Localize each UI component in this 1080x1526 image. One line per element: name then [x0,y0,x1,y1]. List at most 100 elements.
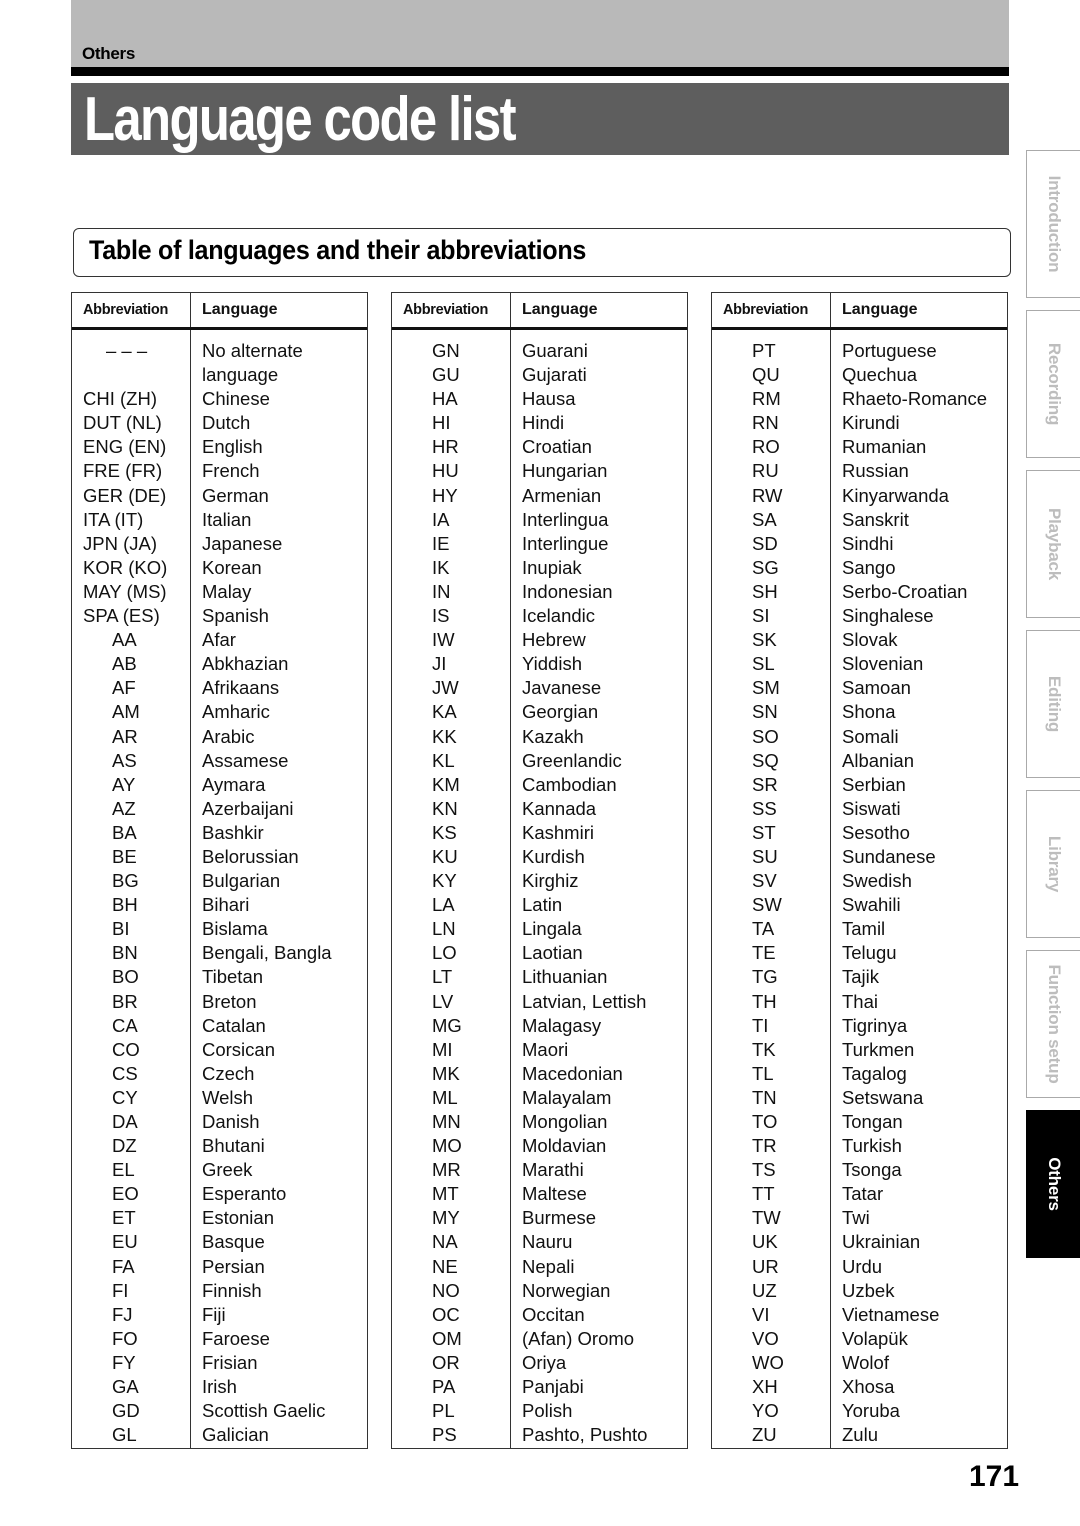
table-row: SO Somali [712,725,1007,749]
table-body: GN Guarani GU Gujarati HA Hausa HI Hindi HR Croat… [392,339,687,1447]
table-row: KM Cambodian [392,773,687,797]
table-row: DUT (NL) Dutch [72,411,367,435]
abbreviation-cell: TA [752,918,775,940]
table-row: KN Kannada [392,797,687,821]
language-cell: Swedish [842,870,912,892]
language-cell: Urdu [842,1255,883,1277]
table-row: IS Icelandic [392,604,687,628]
table-row: ML Malayalam [392,1086,687,1110]
table-row: DZ Bhutani [72,1134,367,1158]
table-row: language [72,363,367,387]
language-cell: Hebrew [522,629,586,651]
language-cell: Portuguese [842,340,937,361]
language-cell: Lithuanian [522,966,608,988]
abbreviation-cell: JI [432,653,447,675]
abbreviation-cell: XH [752,1376,778,1398]
language-cell: Sesotho [842,821,910,843]
table-header: Abbreviation Language [392,293,687,330]
table-row: FY Frisian [72,1351,367,1375]
abbreviation-header: Abbreviation [403,302,489,318]
table-row: BG Bulgarian [72,869,367,893]
language-cell: Albanian [842,749,915,771]
language-cell: language [202,364,279,386]
language-cell: Bhutani [202,1135,265,1157]
abbreviation-cell: GA [112,1376,139,1398]
table-row: LV Latvian, Lettish [392,990,687,1014]
language-cell: Indonesian [522,580,613,602]
language-cell: Lingala [522,918,582,940]
language-cell: Azerbaijani [202,797,294,819]
table-row: TG Tajik [712,965,1007,989]
language-cell: Tatar [842,1183,884,1205]
abbreviation-cell: LO [432,942,457,964]
table-row: RW Kinyarwanda [712,484,1007,508]
abbreviation-cell: GL [112,1424,137,1446]
language-cell: Samoan [842,677,911,699]
table-row: SM Samoan [712,676,1007,700]
table-row: CA Catalan [72,1014,367,1038]
abbreviation-cell: SU [752,845,778,867]
table-row: MN Mongolian [392,1110,687,1134]
table-row: IK Inupiak [392,556,687,580]
language-cell: Macedonian [522,1062,623,1084]
language-cell: Moldavian [522,1135,607,1157]
table-row: TE Telugu [712,941,1007,965]
language-cell: Bulgarian [202,870,281,892]
tab-function-setup[interactable]: Function setup [1026,950,1080,1098]
tab-playback[interactable]: Playback [1026,470,1080,618]
abbreviation-cell: OM [432,1327,462,1349]
table-row: EO Esperanto [72,1182,367,1206]
table-row: BE Belorussian [72,845,367,869]
tab-recording[interactable]: Recording [1026,310,1080,458]
table-header: Abbreviation Language [712,293,1007,330]
tab-introduction[interactable]: Introduction [1026,150,1080,298]
abbreviation-cell: DUT (NL) [83,412,162,434]
language-cell: Persian [202,1255,265,1277]
language-cell: Catalan [202,1014,266,1036]
tab-editing[interactable]: Editing [1026,630,1080,778]
abbreviation-cell: AY [112,773,136,795]
tab-label: Recording [1044,342,1064,426]
table-row: PS Pashto, Pushto [392,1423,687,1447]
page-title: Language code list [84,85,517,154]
abbreviation-cell: ITA (IT) [83,508,144,530]
language-cell: Scottish Gaelic [202,1400,326,1422]
abbreviation-cell: HY [432,484,458,506]
table-row: HU Hungarian [392,459,687,483]
language-cell: Gujarati [522,364,587,386]
language-cell: Singhalese [842,605,934,627]
table-row: RO Rumanian [712,435,1007,459]
language-cell: Estonian [202,1207,274,1229]
language-cell: Tagalog [842,1062,907,1084]
language-cell: Aymara [202,773,266,795]
table-row: KU Kurdish [392,845,687,869]
language-cell: Basque [202,1231,265,1253]
abbreviation-cell: EO [112,1183,139,1205]
table-row: JPN (JA) Japanese [72,532,367,556]
language-cell: Maori [522,1038,569,1060]
table-row: HR Croatian [392,435,687,459]
language-cell: Croatian [522,436,592,458]
abbreviation-cell: CA [112,1014,138,1036]
abbreviation-cell: IE [432,532,450,554]
table-row: ENG (EN) English [72,435,367,459]
table-row: BR Breton [72,990,367,1014]
language-cell: English [202,436,263,458]
table-row: HA Hausa [392,387,687,411]
abbreviation-cell: KL [432,749,455,771]
table-row: BI Bislama [72,917,367,941]
tab-library[interactable]: Library [1026,790,1080,938]
tab-others[interactable]: Others [1026,1110,1080,1258]
abbreviation-cell: VI [752,1303,770,1325]
language-cell: Swahili [842,894,901,916]
language-cell: Nauru [522,1231,573,1253]
language-cell: Ukrainian [842,1231,921,1253]
table-row: FA Persian [72,1255,367,1279]
language-table-1: Abbreviation Language – – – No alternate l… [71,292,368,1449]
language-cell: Polish [522,1400,573,1422]
language-cell: Latvian, Lettish [522,990,647,1012]
abbreviation-cell: SI [752,605,770,627]
abbreviation-cell: PT [752,340,776,361]
language-cell: Slovak [842,629,898,651]
table-row: OM (Afan) Oromo [392,1327,687,1351]
